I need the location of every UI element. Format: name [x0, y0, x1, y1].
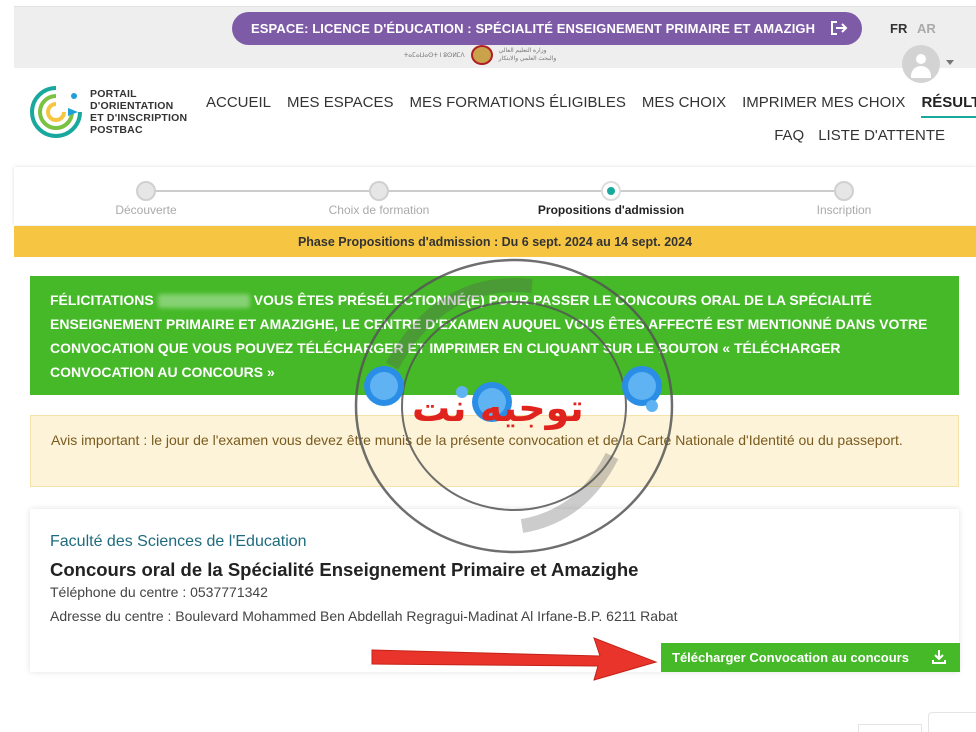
- royal-emblem-icon: [470, 45, 493, 65]
- nav-accueil[interactable]: ACCUEIL: [206, 94, 271, 118]
- step-label-propositions: Propositions d'admission: [537, 203, 685, 217]
- step-label-choix: Choix de formation: [328, 203, 430, 217]
- portal-logo-icon: [30, 86, 82, 138]
- watermark-arabic: توجيه نت: [412, 386, 584, 430]
- step-dot-inscription: [834, 181, 854, 201]
- nav-imprimer[interactable]: IMPRIMER MES CHOIX: [742, 94, 905, 118]
- logout-icon[interactable]: [830, 20, 848, 36]
- notice-text: Avis important : le jour de l'examen vou…: [51, 432, 903, 448]
- exam-title: Concours oral de la Spécialité Enseignem…: [50, 559, 639, 580]
- ministry-arabic: وزارة التعليم العالي والبحث العلمي والاب…: [498, 48, 557, 62]
- blurred-name: [157, 294, 250, 309]
- chat-widget[interactable]: [928, 712, 976, 732]
- nav-mes-espaces[interactable]: MES ESPACES: [287, 94, 393, 118]
- chevron-down-icon[interactable]: [946, 60, 954, 65]
- red-arrow-annotation: [371, 637, 658, 681]
- ministry-tifinagh: ⵜⴰⵎⴰⵡⴰⵙⵜ ⵏ ⵓⵙⵍⵎⴷ: [403, 52, 465, 59]
- step-label-decouverte: Découverte: [115, 203, 177, 217]
- success-alert: FÉLICITATIONS VOUS ÊTES PRÉSÉLECTIONNÉ(E)…: [30, 276, 959, 395]
- center-phone: Téléphone du centre : 0537771342: [50, 584, 268, 600]
- nav-faq[interactable]: FAQ: [774, 127, 804, 144]
- step-label-inscription: Inscription: [816, 203, 872, 217]
- faculty-name: Faculté des Sciences de l'Education: [50, 533, 307, 550]
- avatar-head: [916, 54, 926, 64]
- step-dot-choix: [369, 181, 389, 201]
- download-icon: [932, 650, 946, 664]
- nav-mes-formations[interactable]: MES FORMATIONS ÉLIGIBLES: [409, 94, 625, 118]
- download-label: Télécharger Convocation au concours: [672, 650, 909, 665]
- avatar-body: [911, 66, 931, 78]
- steps-line: [146, 190, 844, 192]
- scroll-widget: [858, 724, 922, 732]
- portal-logo-text: PORTAIL D'ORIENTATION ET D'INSCRIPTION P…: [90, 88, 188, 136]
- step-dot-decouverte: [136, 181, 156, 201]
- portal-logo[interactable]: PORTAIL D'ORIENTATION ET D'INSCRIPTION P…: [28, 84, 198, 144]
- main-nav: ACCUEIL MES ESPACES MES FORMATIONS ÉLIGI…: [206, 94, 976, 118]
- download-convocation-button[interactable]: Télécharger Convocation au concours: [661, 643, 960, 672]
- lang-fr-link[interactable]: FR: [890, 21, 907, 36]
- space-selector-button[interactable]: ESPACE: LICENCE D'ÉDUCATION : SPÉCIALITÉ…: [232, 12, 862, 45]
- nav-liste-attente[interactable]: LISTE D'ATTENTE: [818, 127, 945, 144]
- phase-banner: Phase Propositions d'admission : Du 6 se…: [14, 226, 976, 257]
- ministry-logo: ⵜⴰⵎⴰⵡⴰⵙⵜ ⵏ ⵓⵙⵍⵎⴷ وزارة التعليم العالي وا…: [380, 44, 580, 66]
- user-avatar[interactable]: [902, 45, 940, 83]
- secondary-nav: FAQ LISTE D'ATTENTE: [774, 127, 945, 144]
- phase-text: Phase Propositions d'admission : Du 6 se…: [297, 234, 693, 249]
- nav-mes-choix[interactable]: MES CHOIX: [642, 94, 726, 118]
- center-address: Adresse du centre : Boulevard Mohammed B…: [50, 608, 678, 624]
- step-dot-propositions: [601, 181, 621, 201]
- space-label: ESPACE: LICENCE D'ÉDUCATION : SPÉCIALITÉ…: [251, 21, 816, 36]
- alert-prefix: FÉLICITATIONS: [50, 292, 154, 308]
- nav-resultats[interactable]: RÉSULTATS: [921, 94, 976, 118]
- lang-ar-link[interactable]: AR: [917, 21, 936, 36]
